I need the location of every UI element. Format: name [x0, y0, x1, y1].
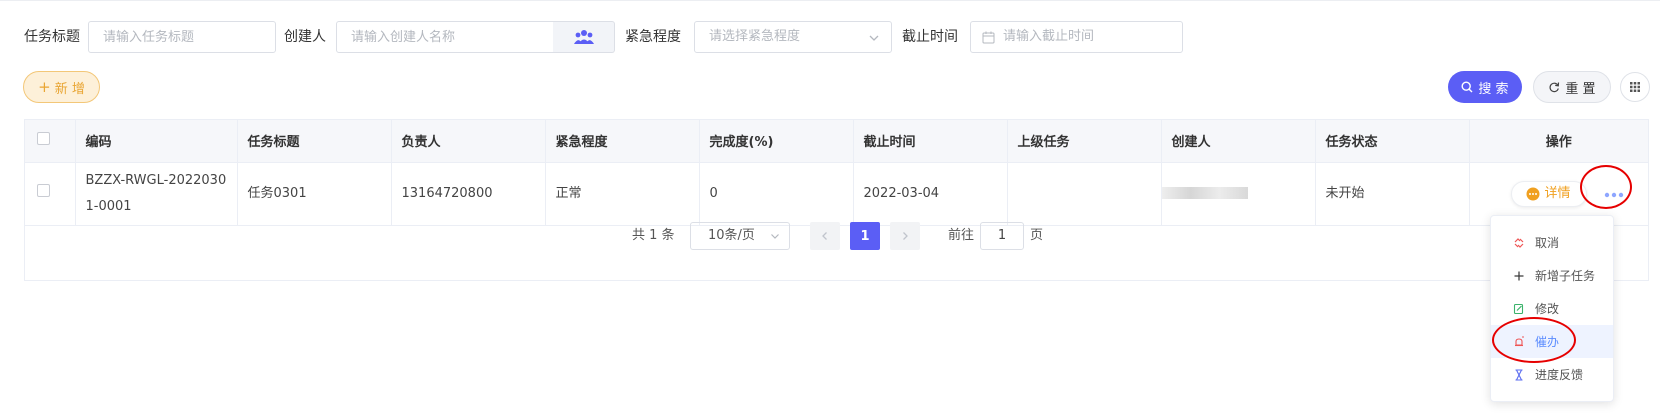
chevron-right-icon	[903, 232, 908, 240]
column-settings-button[interactable]	[1620, 72, 1650, 102]
cell-parent-task	[1007, 162, 1162, 226]
detail-button-label: 详情	[1544, 185, 1571, 201]
creator-picker-button[interactable]	[553, 21, 615, 53]
plus-icon	[1514, 271, 1524, 280]
deadline-label: 截止时间	[902, 29, 958, 45]
deadline-date-input[interactable]: 请输入截止时间	[970, 21, 1183, 53]
chevron-down-icon	[771, 234, 779, 239]
refresh-icon	[1549, 82, 1560, 93]
reset-button[interactable]: 重 置	[1533, 71, 1611, 103]
prev-page-button[interactable]	[810, 222, 840, 250]
cell-title: 任务0301	[237, 162, 392, 226]
cell-urgency: 正常	[545, 162, 700, 226]
row-checkbox[interactable]	[37, 183, 50, 197]
hourglass-icon	[1515, 368, 1523, 381]
goto-page-input[interactable]: 1	[980, 222, 1024, 250]
cell-progress: 0	[699, 162, 854, 226]
highlight-circle-urge	[1492, 317, 1576, 363]
menu-item-progress-feedback[interactable]: 进度反馈	[1491, 358, 1613, 391]
chevron-left-icon	[822, 232, 827, 240]
cell-owner: 13164720800	[391, 162, 546, 226]
page-suffix-label: 页	[1030, 228, 1044, 243]
edit-icon	[1513, 303, 1524, 314]
table-header-row: 编码 任务标题 负责人 紧急程度 完成度(%) 截止时间 上级任务 创建人 任务…	[25, 120, 1648, 163]
page-size-select[interactable]: 10条/页	[690, 222, 790, 250]
goto-label: 前往	[948, 228, 975, 243]
urgency-label: 紧急程度	[625, 29, 681, 45]
more-actions-menu: 取消 新增子任务 修改 催办 进度反馈	[1490, 215, 1614, 402]
menu-item-label: 新增子任务	[1535, 269, 1596, 283]
column-header[interactable]: 编码	[75, 120, 238, 163]
redacted-creator-name	[1161, 187, 1248, 199]
pagination-total: 共 1 条	[632, 228, 675, 243]
task-title-label: 任务标题	[24, 29, 80, 45]
chevron-down-icon	[869, 35, 879, 41]
column-header[interactable]: 上级任务	[1007, 120, 1162, 163]
cell-code: BZZX-RWGL-20220301-0001	[75, 162, 238, 226]
search-icon	[1461, 81, 1473, 93]
calendar-icon	[982, 31, 995, 44]
column-header[interactable]: 负责人	[391, 120, 546, 163]
filter-bar: 任务标题 创建人 紧急程度 请选择紧急程度 截止时间 请输入截止时间	[24, 21, 1660, 53]
more-circle-icon	[1526, 187, 1540, 200]
urgency-placeholder: 请选择紧急程度	[709, 29, 801, 44]
grid-icon	[1630, 82, 1640, 92]
page-number-current[interactable]: 1	[850, 222, 880, 250]
top-divider	[0, 0, 1660, 1]
creator-input[interactable]	[336, 21, 554, 53]
user-group-icon	[573, 30, 594, 44]
next-page-button[interactable]	[890, 222, 920, 250]
column-header[interactable]: 完成度(%)	[699, 120, 854, 163]
menu-item-label: 修改	[1535, 302, 1560, 316]
add-button[interactable]: + 新 增	[23, 71, 100, 103]
add-button-label: 新 增	[54, 81, 85, 97]
search-button[interactable]: 搜 索	[1448, 71, 1522, 103]
cell-deadline: 2022-03-04	[853, 162, 1008, 226]
task-title-input[interactable]	[88, 21, 276, 53]
row-select-cell	[25, 162, 76, 226]
detail-button[interactable]: 详情	[1510, 180, 1587, 207]
cell-creator	[1161, 162, 1316, 226]
task-table: 编码 任务标题 负责人 紧急程度 完成度(%) 截止时间 上级任务 创建人 任务…	[24, 119, 1649, 281]
pagination: 共 1 条 10条/页 1 前往 1 页	[0, 222, 1660, 254]
table-row[interactable]: BZZX-RWGL-20220301-0001 任务0301 131647208…	[25, 162, 1648, 226]
plus-icon: +	[38, 78, 51, 96]
column-header[interactable]: 任务状态	[1315, 120, 1470, 163]
menu-item-add-subtask[interactable]: 新增子任务	[1491, 259, 1613, 292]
column-header[interactable]: 紧急程度	[545, 120, 700, 163]
menu-item-label: 进度反馈	[1535, 368, 1584, 382]
select-all-cell	[25, 120, 76, 163]
urgency-select[interactable]: 请选择紧急程度	[694, 21, 892, 53]
column-header[interactable]: 创建人	[1161, 120, 1316, 163]
column-header[interactable]: 截止时间	[853, 120, 1008, 163]
reset-button-label: 重 置	[1565, 81, 1596, 97]
menu-item-cancel[interactable]: 取消	[1491, 226, 1613, 259]
cancel-link-icon	[1514, 237, 1524, 248]
search-button-label: 搜 索	[1478, 81, 1509, 97]
page-size-value: 10条/页	[708, 228, 755, 243]
menu-item-label: 取消	[1535, 236, 1560, 250]
deadline-placeholder: 请输入截止时间	[1003, 29, 1095, 44]
highlight-circle-more	[1580, 165, 1632, 209]
select-all-checkbox[interactable]	[37, 132, 50, 146]
column-header: 操作	[1469, 120, 1648, 163]
creator-label: 创建人	[284, 29, 326, 45]
cell-status: 未开始	[1315, 162, 1470, 226]
column-header[interactable]: 任务标题	[237, 120, 392, 163]
